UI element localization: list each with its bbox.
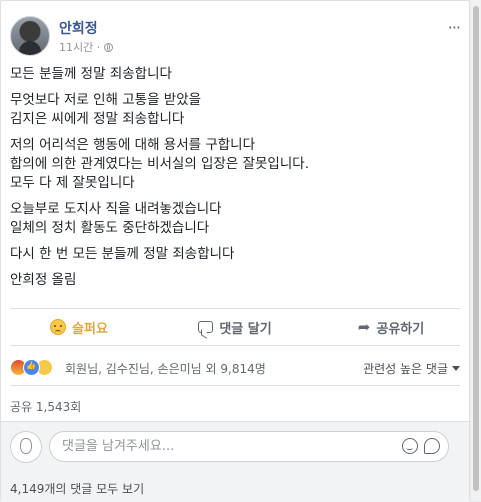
post-line: 일체의 정치 활동도 중단하겠습니다 — [10, 220, 210, 236]
globe-icon — [104, 42, 114, 52]
post-paragraph: 모든 분들께 정말 죄송합니다 — [10, 65, 450, 84]
reaction-icons[interactable] — [10, 359, 53, 376]
author-avatar[interactable] — [10, 16, 50, 56]
comment-input[interactable] — [60, 438, 394, 455]
comment-button[interactable]: 댓글 달기 — [157, 312, 313, 342]
sad-face-icon — [50, 319, 67, 335]
share-label: 공유하기 — [376, 321, 425, 337]
user-avatar — [10, 431, 42, 463]
reactions-summary: 회원님, 김수진님, 손은미님 외 9,814명 관련성 높은 댓글 — [10, 359, 460, 377]
post-paragraph: 안희정 올림 — [10, 271, 450, 290]
post-line: 모든 분들께 정말 죄송합니다 — [10, 66, 172, 82]
page-scrollbar[interactable] — [471, 0, 481, 501]
post-paragraph: 무엇보다 저로 인해 고통을 받았을 김지은 씨에게 정말 죄송합니다 — [10, 91, 450, 129]
comment-sort-select[interactable]: 관련성 높은 댓글 — [363, 360, 460, 377]
share-count[interactable]: 공유 1,543회 — [10, 398, 81, 415]
comment-input-box[interactable] — [49, 431, 449, 462]
post-line: 오늘부로 도지사 직을 내려놓겠습니다 — [10, 201, 222, 217]
emoji-icon[interactable] — [402, 438, 418, 454]
post-line: 저의 어리석은 행동에 대해 용서를 구합니다 — [10, 137, 256, 153]
reaction-label: 슬퍼요 — [72, 321, 108, 337]
like-reaction-icon — [23, 359, 40, 376]
post-paragraph: 다시 한 번 모든 분들께 정말 죄송합니다 — [10, 245, 450, 264]
reaction-names[interactable]: 회원님, 김수진님, 손은미님 외 9,814명 — [65, 360, 266, 377]
divider — [10, 345, 460, 346]
divider — [10, 385, 460, 386]
post-header: 안희정 11시간 · ··· — [10, 14, 461, 58]
caret-down-icon — [452, 366, 460, 371]
comment-icon — [198, 321, 214, 333]
post-card: 안희정 11시간 · ··· 모든 분들께 정말 죄송합니다 무엇보다 저로 인… — [0, 0, 470, 502]
post-paragraph: 오늘부로 도지사 직을 내려놓겠습니다 일체의 정치 활동도 중단하겠습니다 — [10, 200, 450, 238]
view-all-comments-link[interactable]: 4,149개의 댓글 모두 보기 — [10, 480, 144, 497]
comment-label: 댓글 달기 — [219, 321, 272, 337]
post-body: 모든 분들께 정말 죄송합니다 무엇보다 저로 인해 고통을 받았을 김지은 씨… — [10, 65, 450, 297]
share-arrow-icon: ➦ — [357, 318, 371, 336]
share-button[interactable]: ➦ 공유하기 — [313, 312, 469, 342]
scrollbar-thumb[interactable] — [473, 6, 479, 491]
post-line: 모두 다 제 잘못입니다 — [10, 175, 135, 191]
comment-area: 4,149개의 댓글 모두 보기 — [1, 421, 469, 502]
post-line: 다시 한 번 모든 분들께 정말 죄송합니다 — [10, 246, 235, 262]
sad-reaction-button[interactable]: 슬퍼요 — [1, 312, 157, 342]
post-meta: 11시간 · — [59, 39, 114, 55]
action-bar: 슬퍼요 댓글 달기 ➦ 공유하기 — [1, 312, 469, 342]
post-time[interactable]: 11시간 · — [59, 39, 100, 55]
post-paragraph: 저의 어리석은 행동에 대해 용서를 구합니다 합의에 의한 관계였다는 비서실… — [10, 136, 450, 193]
post-line: 김지은 씨에게 정말 죄송합니다 — [10, 111, 185, 127]
post-line: 무엇보다 저로 인해 고통을 받았을 — [10, 92, 202, 108]
comment-sort-label: 관련성 높은 댓글 — [363, 362, 448, 376]
post-line: 안희정 올림 — [10, 272, 77, 288]
post-line: 합의에 의한 관계였다는 비서실의 입장은 잘못입니다. — [10, 156, 309, 172]
author-name[interactable]: 안희정 — [59, 18, 98, 38]
sticker-icon[interactable] — [424, 438, 440, 454]
more-options-icon[interactable]: ··· — [448, 18, 461, 37]
divider — [10, 308, 460, 309]
